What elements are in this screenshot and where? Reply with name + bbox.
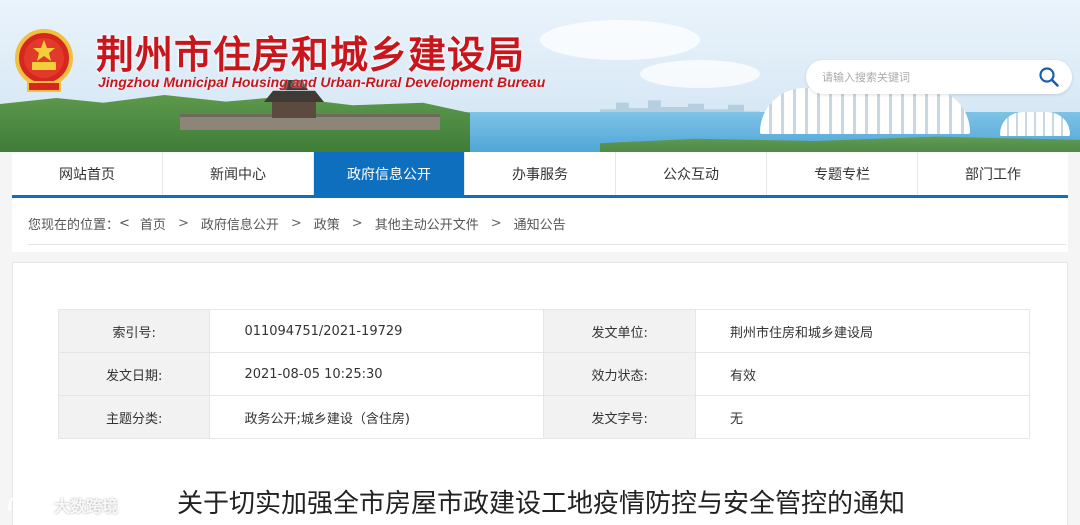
search-input[interactable]	[822, 68, 1028, 86]
search-icon[interactable]	[1038, 66, 1060, 88]
table-row: 索引号: 011094751/2021-19729 发文单位: 荆州市住房和城乡…	[57, 309, 1031, 353]
meta-key-category: 主题分类:	[57, 395, 211, 439]
meta-value-issuer: 荆州市住房和城乡建设局	[694, 309, 1031, 353]
breadcrumb-prefix: 您现在的位置：	[28, 218, 120, 233]
nav-item-home[interactable]: 网站首页	[12, 152, 163, 195]
table-row: 主题分类: 政务公开;城乡建设（含住房) 发文字号: 无	[57, 395, 1031, 439]
main-nav: 网站首页 新闻中心 政府信息公开 办事服务 公众互动 专题专栏 部门工作	[12, 152, 1068, 198]
meta-key-status: 效力状态:	[543, 352, 696, 396]
nav-item-news[interactable]: 新闻中心	[163, 152, 314, 195]
pagoda	[272, 100, 316, 118]
search-box	[806, 60, 1072, 94]
divider	[28, 244, 1066, 245]
meta-key-doc-number: 发文字号:	[543, 395, 696, 439]
nav-item-interaction[interactable]: 公众互动	[616, 152, 767, 195]
meta-value-doc-number: 无	[694, 395, 1031, 439]
national-emblem-icon	[14, 28, 74, 94]
site-subtitle: Jingzhou Municipal Housing and Urban-Rur…	[98, 74, 546, 90]
breadcrumb-home[interactable]: 首页	[140, 214, 166, 233]
document-title: 关于切实加强全市房屋市政建设工地疫情防控与安全管控的通知	[176, 489, 905, 519]
pagoda-roof	[264, 90, 324, 102]
breadcrumb-separator: >	[351, 216, 363, 231]
cloud	[540, 20, 700, 60]
watermark-logo-icon	[6, 491, 50, 519]
nav-item-special[interactable]: 专题专栏	[767, 152, 918, 195]
breadcrumb-policy[interactable]: 政策	[314, 214, 340, 233]
breadcrumb-separator: >	[177, 216, 189, 231]
breadcrumb-other-files[interactable]: 其他主动公开文件	[375, 214, 479, 233]
breadcrumb: 您现在的位置： < 首页 > 政府信息公开 > 政策 > 其他主动公开文件 > …	[28, 214, 566, 233]
meta-value-status: 有效	[694, 352, 1031, 396]
meta-key-date: 发文日期:	[57, 352, 211, 396]
breadcrumb-home-arrow: <	[119, 216, 130, 231]
cloud	[640, 60, 760, 88]
meta-key-issuer: 发文单位:	[543, 309, 696, 353]
nav-item-services[interactable]: 办事服务	[465, 152, 616, 195]
table-row: 发文日期: 2021-08-05 10:25:30 效力状态: 有效	[57, 352, 1031, 396]
nav-item-gov-info[interactable]: 政府信息公开	[314, 152, 465, 195]
nav-item-department[interactable]: 部门工作	[918, 152, 1068, 195]
site-title: 荆州市住房和城乡建设局	[96, 33, 526, 77]
breadcrumb-gov-info[interactable]: 政府信息公开	[201, 214, 279, 233]
breadcrumb-bar: 您现在的位置： < 首页 > 政府信息公开 > 政策 > 其他主动公开文件 > …	[12, 198, 1068, 252]
meta-value-index: 011094751/2021-19729	[209, 309, 545, 353]
stadium-small	[1000, 112, 1070, 136]
header-banner: 荆州市住房和城乡建设局 Jingzhou Municipal Housing a…	[0, 0, 1080, 152]
breadcrumb-separator: >	[290, 216, 302, 231]
article-content: 索引号: 011094751/2021-19729 发文单位: 荆州市住房和城乡…	[12, 262, 1068, 525]
breadcrumb-separator: >	[490, 216, 502, 231]
stadium	[760, 88, 970, 134]
watermark-text: 大数跨境	[54, 497, 119, 516]
meta-key-index: 索引号:	[57, 309, 211, 353]
watermark: 大数跨境	[6, 490, 118, 520]
meta-value-category: 政务公开;城乡建设（含住房)	[209, 395, 545, 439]
meta-value-date: 2021-08-05 10:25:30	[209, 352, 545, 396]
document-meta-table: 索引号: 011094751/2021-19729 发文单位: 荆州市住房和城乡…	[57, 309, 1031, 439]
breadcrumb-notices[interactable]: 通知公告	[514, 214, 566, 233]
